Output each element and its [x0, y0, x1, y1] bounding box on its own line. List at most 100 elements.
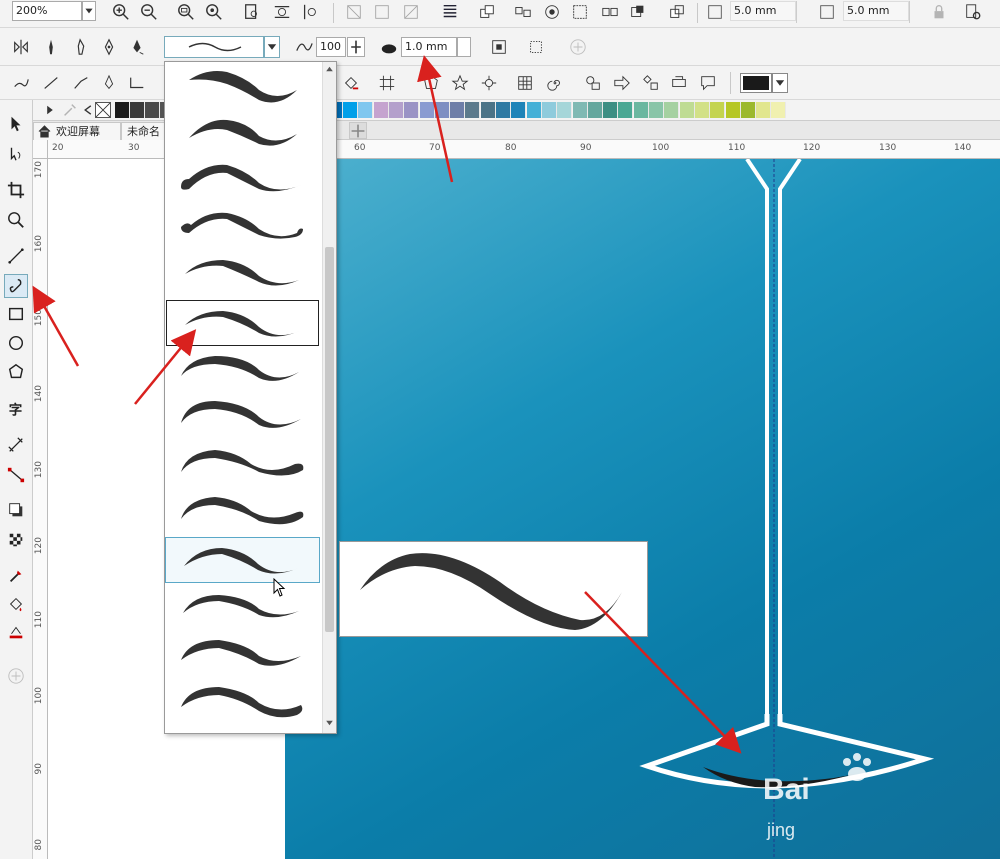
freehand-tool-icon-left[interactable] — [4, 244, 28, 268]
scroll-up-icon[interactable] — [324, 64, 335, 74]
color-eyedropper-tool-icon[interactable] — [4, 564, 28, 588]
scroll-down-icon[interactable] — [324, 718, 335, 728]
align-lines-icon[interactable] — [439, 1, 461, 23]
preset-brush-icon[interactable] — [40, 36, 62, 58]
zoom-selected-icon[interactable] — [175, 1, 197, 23]
stroke-preset-item[interactable] — [167, 157, 317, 203]
tab-welcome-screen[interactable]: 欢迎屏幕 — [33, 122, 121, 140]
zoom-page-width-icon[interactable] — [271, 1, 293, 23]
smoothing-slider-button[interactable] — [347, 37, 365, 57]
publish-icon[interactable] — [400, 1, 422, 23]
import-icon[interactable] — [343, 1, 365, 23]
scroll-thumb[interactable] — [325, 247, 334, 632]
stroke-width-spinner[interactable] — [457, 37, 471, 57]
zoom-out-icon[interactable] — [138, 1, 160, 23]
zoom-all-icon[interactable] — [203, 1, 225, 23]
stroke-style-selector[interactable] — [164, 36, 264, 58]
stroke-preset-item[interactable] — [167, 583, 317, 629]
palette-swatch[interactable] — [511, 102, 527, 118]
2point-line-icon[interactable] — [40, 72, 62, 94]
collapse-nodes-icon[interactable] — [525, 36, 547, 58]
stroke-preset-item[interactable] — [167, 203, 317, 249]
callout-shapes-icon[interactable] — [697, 72, 719, 94]
palette-swatch[interactable] — [587, 102, 603, 118]
ruler-origin[interactable] — [33, 140, 48, 159]
calligraphic-pen-icon[interactable] — [126, 36, 148, 58]
palette-swatch[interactable] — [756, 102, 772, 118]
artistic-media-tool-icon[interactable] — [4, 274, 28, 298]
palette-swatch[interactable] — [419, 102, 435, 118]
options-gear-icon[interactable] — [962, 1, 984, 23]
palette-swatch[interactable] — [145, 102, 160, 118]
palette-swatch[interactable] — [649, 102, 664, 118]
intersect-icon[interactable] — [666, 1, 688, 23]
zoom-in-icon[interactable] — [110, 1, 132, 23]
palette-swatch[interactable] — [557, 102, 573, 118]
nudge-width-spinner[interactable] — [796, 1, 810, 23]
arrow-shapes-icon[interactable] — [611, 72, 633, 94]
stroke-width-field[interactable]: 1.0 mm — [401, 37, 457, 57]
palette-swatch[interactable] — [771, 102, 787, 118]
palette-swatch[interactable] — [633, 102, 649, 118]
palette-swatch[interactable] — [603, 102, 619, 118]
customize-toolbox-icon[interactable] — [4, 664, 28, 688]
stroke-preset-item[interactable] — [166, 300, 319, 346]
flowchart-shapes-icon[interactable] — [640, 72, 662, 94]
nudge-width-field[interactable]: 5.0 mm — [730, 1, 796, 21]
smart-fill-icon[interactable] — [340, 72, 362, 94]
b-spline-icon[interactable] — [126, 72, 148, 94]
group-icon[interactable] — [512, 1, 534, 23]
palette-scroll-left-icon[interactable] — [43, 100, 57, 120]
no-color-swatch[interactable] — [95, 102, 111, 118]
interactive-fill-tool-icon[interactable] — [4, 592, 28, 616]
palette-swatch[interactable] — [740, 102, 756, 118]
palette-swatch[interactable] — [343, 102, 358, 118]
drop-shadow-tool-icon[interactable] — [4, 498, 28, 522]
sprayer-icon[interactable] — [98, 36, 120, 58]
stroke-preset-item[interactable] — [167, 110, 317, 156]
palette-swatch[interactable] — [618, 102, 634, 118]
polygon-tool-icon-left[interactable] — [4, 360, 28, 384]
palette-swatch[interactable] — [664, 102, 680, 118]
pen-tool-icon[interactable] — [98, 72, 120, 94]
crop-tool-icon[interactable] — [4, 178, 28, 202]
stroke-preset-item[interactable] — [167, 64, 317, 110]
palette-swatch[interactable] — [358, 102, 374, 118]
palette-swatch[interactable] — [725, 102, 741, 118]
palette-swatch[interactable] — [115, 102, 130, 118]
bezier-icon[interactable] — [70, 72, 92, 94]
palette-swatch[interactable] — [572, 102, 588, 118]
zoom-dropdown-arrow[interactable] — [82, 1, 96, 21]
palette-swatch[interactable] — [388, 102, 404, 118]
ellipse-tool-icon[interactable] — [4, 331, 28, 355]
text-tool-icon[interactable]: 字 — [4, 397, 28, 421]
outline-color-dropdown-arrow[interactable] — [772, 73, 788, 93]
nudge-height-spinner[interactable] — [909, 1, 923, 23]
add-icon[interactable] — [567, 36, 589, 58]
combine-icon[interactable] — [541, 1, 563, 23]
palette-swatch[interactable] — [404, 102, 420, 118]
palette-swatch[interactable] — [679, 102, 695, 118]
outline-color-picker[interactable] — [740, 73, 772, 93]
eyedropper-icon[interactable] — [59, 100, 81, 120]
stroke-preset-item[interactable] — [167, 250, 317, 296]
stroke-preset-item[interactable] — [167, 346, 317, 392]
new-tab-plus-icon[interactable] — [349, 122, 367, 139]
graph-paper-icon[interactable] — [376, 72, 398, 94]
bounding-box-icon[interactable] — [488, 36, 510, 58]
smart-fill-tool-icon[interactable] — [4, 620, 28, 644]
complex-star-icon[interactable] — [478, 72, 500, 94]
palette-swatch[interactable] — [496, 102, 511, 118]
palette-swatch[interactable] — [450, 102, 466, 118]
zoom-tool-icon[interactable] — [4, 208, 28, 232]
spiral-icon[interactable] — [544, 72, 566, 94]
smoothing-field[interactable]: 100 — [316, 37, 346, 57]
palette-scroll-back-icon[interactable] — [81, 100, 95, 120]
palette-swatch[interactable] — [130, 102, 145, 118]
transparency-tool-icon[interactable] — [4, 528, 28, 552]
freehand-tool-icon[interactable] — [10, 72, 32, 94]
palette-swatch[interactable] — [434, 102, 450, 118]
palette-swatch[interactable] — [465, 102, 481, 118]
rectangle-tool-icon[interactable] — [4, 302, 28, 326]
palette-swatch[interactable] — [541, 102, 557, 118]
